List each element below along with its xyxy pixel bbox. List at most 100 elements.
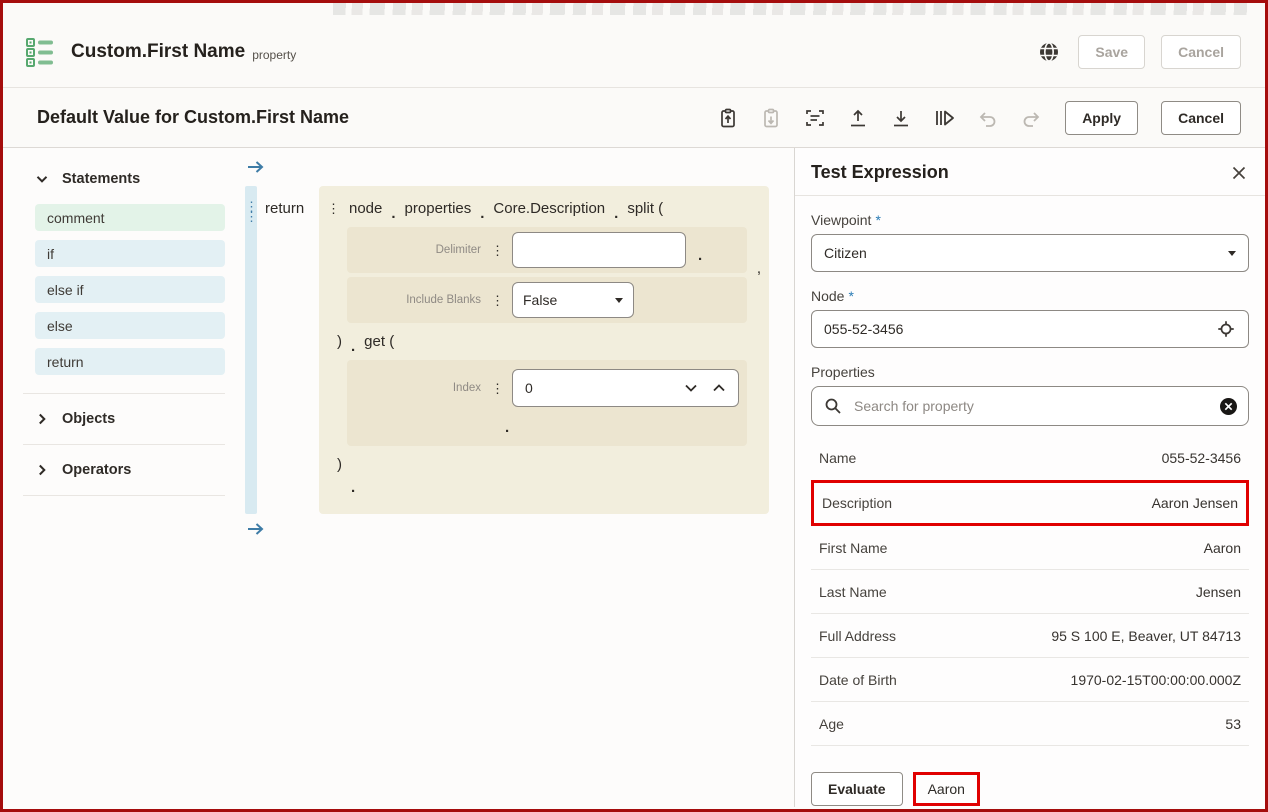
annotation-highlight-result: Aaron [912,772,980,806]
evaluate-button[interactable]: Evaluate [811,772,903,806]
term-get-open[interactable]: get ( [364,333,394,350]
required-marker: * [848,288,854,304]
undo-icon[interactable] [977,107,999,129]
redo-icon[interactable] [1020,107,1042,129]
chevron-down-icon [35,172,49,186]
expression-text-icon[interactable] [804,107,826,129]
expression-canvas[interactable]: ⋮ ⋮ return ⋮ node . properties . Core.Des… [233,148,794,807]
download-icon[interactable] [890,107,912,129]
chain-separator: . [614,205,619,222]
param-drag-handle-icon[interactable]: ⋮ [491,382,504,395]
panel-divider [795,195,1265,196]
close-icon[interactable] [1229,163,1249,183]
expression-chain: ⋮ node . properties . Core.Description .… [327,194,769,223]
viewpoint-dropdown[interactable]: Citizen [811,234,1249,272]
param-include-blanks: Include Blanks ⋮ False [347,277,747,323]
return-statement: ⋮ ⋮ return ⋮ node . properties . Core.Des… [245,186,794,514]
property-search [811,386,1249,426]
clear-search-icon[interactable] [1219,397,1238,416]
include-blanks-dropdown[interactable]: False [512,282,634,318]
search-input[interactable] [854,398,1219,414]
section-operators-label: Operators [62,462,132,478]
section-objects[interactable]: Objects [35,408,225,430]
statement-chip-comment[interactable]: comment [35,204,225,231]
evaluate-section: Evaluate Aaron [811,772,1249,806]
spinner-increment-icon[interactable] [712,383,726,393]
clipboard-arrow-down-icon[interactable] [761,107,783,129]
include-blanks-value: False [523,292,558,308]
chevron-right-icon [35,463,49,477]
annotation-highlight-description: Description Aaron Jensen [811,480,1249,526]
spinner-decrement-icon[interactable] [684,383,698,393]
property-list-icon [25,36,55,68]
term-split-open[interactable]: split ( [627,200,663,217]
run-expression-icon[interactable] [933,107,956,129]
chain-separator: . [698,246,703,264]
param-delimiter-label: Delimiter [435,244,481,256]
chain-separator: . [351,338,356,355]
node-field [811,310,1249,348]
apply-button[interactable]: Apply [1065,100,1139,135]
expression-header: Default Value for Custom.First Name Appl… [3,88,1265,148]
test-expression-panel: Test Expression Viewpoint * Citizen Node * [794,148,1265,807]
section-statements[interactable]: Statements [35,168,225,190]
property-row-age: Age 53 [811,702,1249,746]
term-core-description[interactable]: Core.Description [493,200,605,217]
property-row-last-name: Last Name Jensen [811,570,1249,614]
globe-icon[interactable] [1036,39,1062,65]
split-close-paren: ) [337,333,342,350]
insert-point-arrow-icon[interactable] [247,160,794,180]
chain-separator: . [351,479,356,496]
property-row-first-name: First Name Aaron [811,526,1249,570]
insert-point-arrow-icon[interactable] [247,522,794,542]
statement-chips: comment if else if else return [35,204,225,375]
chain-separator: . [505,419,510,436]
locate-node-icon[interactable] [1216,319,1236,339]
argument-comma: , [756,260,761,277]
dropdown-caret-icon [615,297,623,303]
get-chain: ) . get ( [337,327,769,356]
save-button[interactable]: Save [1078,35,1146,69]
evaluation-result: Aaron [927,781,965,797]
index-spinner[interactable]: 0 [512,369,739,407]
palette-sidebar: Statements comment if else if else retur… [3,148,233,807]
statement-chip-if[interactable]: if [35,240,225,267]
property-row-name: Name 055-52-3456 [819,450,1241,466]
param-drag-handle-icon[interactable]: ⋮ [491,244,504,257]
chevron-right-icon [35,412,49,426]
viewpoint-value: Citizen [824,245,867,261]
delimiter-input[interactable] [512,232,686,268]
param-include-blanks-label: Include Blanks [406,294,481,306]
app-window: Custom.First Name property Save Cancel D… [0,0,1268,812]
get-close-paren: ) [337,456,342,473]
property-row-full-address: Full Address 95 S 100 E, Beaver, UT 8471… [811,614,1249,658]
clipboard-arrow-up-icon[interactable] [718,107,740,129]
required-marker: * [875,212,881,228]
dropdown-caret-icon [1228,250,1236,256]
statement-chip-else[interactable]: else [35,312,225,339]
viewpoint-label: Viewpoint * [811,212,881,228]
chain-separator: . [391,205,396,222]
section-operators[interactable]: Operators [35,459,225,481]
statement-chip-return[interactable]: return [35,348,225,375]
param-drag-handle-icon[interactable]: ⋮ [491,294,504,307]
term-node[interactable]: node [349,200,382,217]
page-title-type: property [252,48,297,62]
expression-cancel-button[interactable]: Cancel [1161,100,1241,135]
app-header-actions: Save Cancel [1036,35,1241,69]
node-input[interactable] [824,321,1216,337]
panel-title: Test Expression [811,162,949,182]
cancel-button[interactable]: Cancel [1161,35,1241,69]
term-drag-handle-icon[interactable]: ⋮ [327,202,340,215]
section-statements-label: Statements [62,171,141,187]
param-index-label: Index [452,382,481,394]
term-properties[interactable]: properties [405,200,472,217]
sidebar-divider [23,495,225,496]
upload-icon[interactable] [847,107,869,129]
expression-title: Default Value for Custom.First Name [37,107,350,127]
chain-separator: . [480,205,485,222]
node-label: Node * [811,288,854,304]
statement-chip-else-if[interactable]: else if [35,276,225,303]
properties-label: Properties [811,364,875,380]
statement-drag-handle-icon[interactable]: ⋮ ⋮ [245,186,258,514]
